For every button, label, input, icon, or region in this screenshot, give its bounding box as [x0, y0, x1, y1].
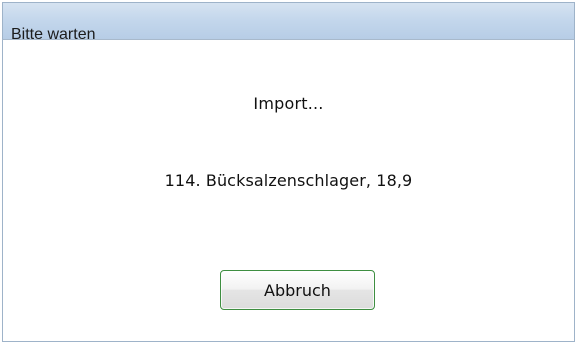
- progress-detail: 114. Bücksalzenschlager, 18,9: [164, 171, 413, 190]
- progress-dialog: Bitte warten Import... 114. Bücksalzensc…: [0, 0, 579, 344]
- dialog-content: Import... 114. Bücksalzenschlager, 18,9 …: [2, 40, 575, 342]
- cancel-button[interactable]: Abbruch: [220, 270, 375, 310]
- title-bar: Bitte warten: [2, 2, 575, 43]
- progress-title: Import...: [253, 94, 324, 113]
